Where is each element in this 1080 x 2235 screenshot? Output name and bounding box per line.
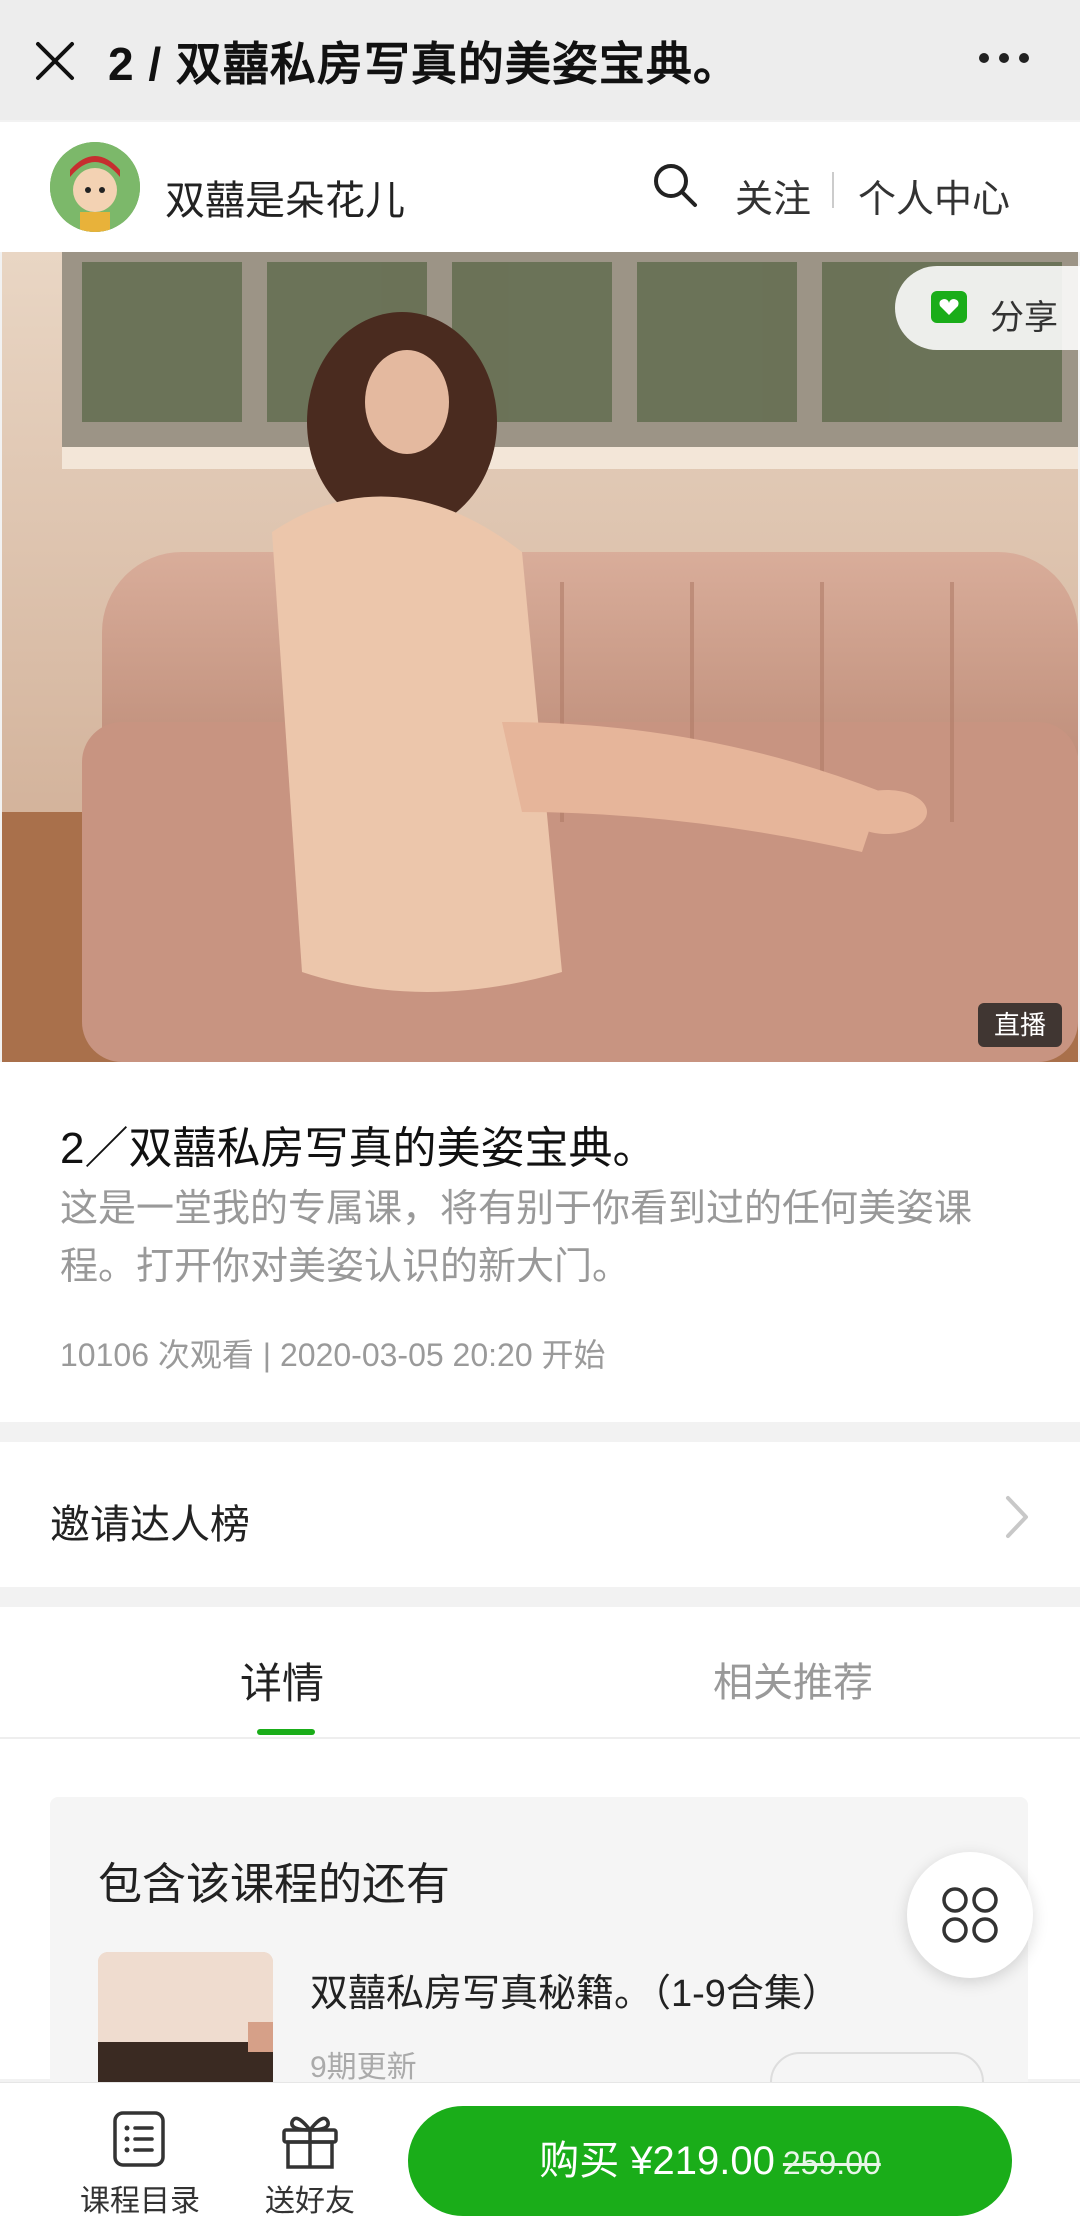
tab-bar (0, 1607, 1080, 1739)
buy-label: 购买 ¥219.00 (539, 2139, 775, 2183)
author-name[interactable]: 双囍是朵花儿 (165, 168, 405, 226)
share-icon (931, 291, 967, 323)
course-cover-image[interactable] (2, 252, 1078, 1062)
grid-menu-icon (942, 1887, 998, 1943)
collection-item-meta: 9期更新 (310, 2051, 417, 2084)
thumbnail-image (98, 1952, 273, 2092)
course-title: 2／双囍私房写真的美姿宝典。 (60, 1124, 657, 1173)
page-title: 2 / 双囍私房写真的美姿宝典。 (108, 38, 740, 90)
avatar[interactable] (50, 142, 140, 232)
avatar-image (50, 142, 140, 232)
buy-button[interactable]: 购买 ¥219.00 259.00 (408, 2106, 1012, 2216)
course-description: 这是一堂我的专属课，将有别于你看到过的任何美姿课程。打开你对美姿认识的新大门。 (60, 1188, 973, 1288)
cover-photo (2, 252, 1078, 1062)
more-dots-icon[interactable] (974, 38, 1034, 78)
chevron-right-icon (1006, 1496, 1028, 1538)
follow-button[interactable]: 关注 (735, 168, 811, 223)
course-meta: 10106 次观看 | 2020-03-05 20:20 开始 (60, 1337, 606, 1373)
close-icon[interactable] (30, 36, 80, 86)
catalog-label: 课程目录 (80, 2185, 200, 2218)
profile-center-button[interactable]: 个人中心 (858, 168, 1010, 223)
active-tab-indicator (257, 1729, 315, 1735)
collection-heading: 包含该课程的还有 (98, 1860, 450, 1909)
tab-details[interactable]: 详情 (240, 1650, 324, 1711)
gift-label: 送好友 (265, 2185, 355, 2218)
tab-related[interactable]: 相关推荐 (713, 1650, 873, 1708)
share-label: 分享 (990, 299, 1058, 337)
original-price: 259.00 (782, 2145, 881, 2181)
collection-thumbnail[interactable] (98, 1952, 273, 2092)
catalog-list-icon (113, 2111, 165, 2167)
collection-item-title[interactable]: 双囍私房写真秘籍。（1-9合集） (310, 1962, 840, 2017)
invite-ranking-label: 邀请达人榜 (50, 1503, 250, 1547)
divider (832, 172, 834, 208)
search-icon[interactable] (650, 160, 700, 210)
live-badge: 直播 (978, 1003, 1062, 1047)
gift-icon (282, 2116, 338, 2169)
